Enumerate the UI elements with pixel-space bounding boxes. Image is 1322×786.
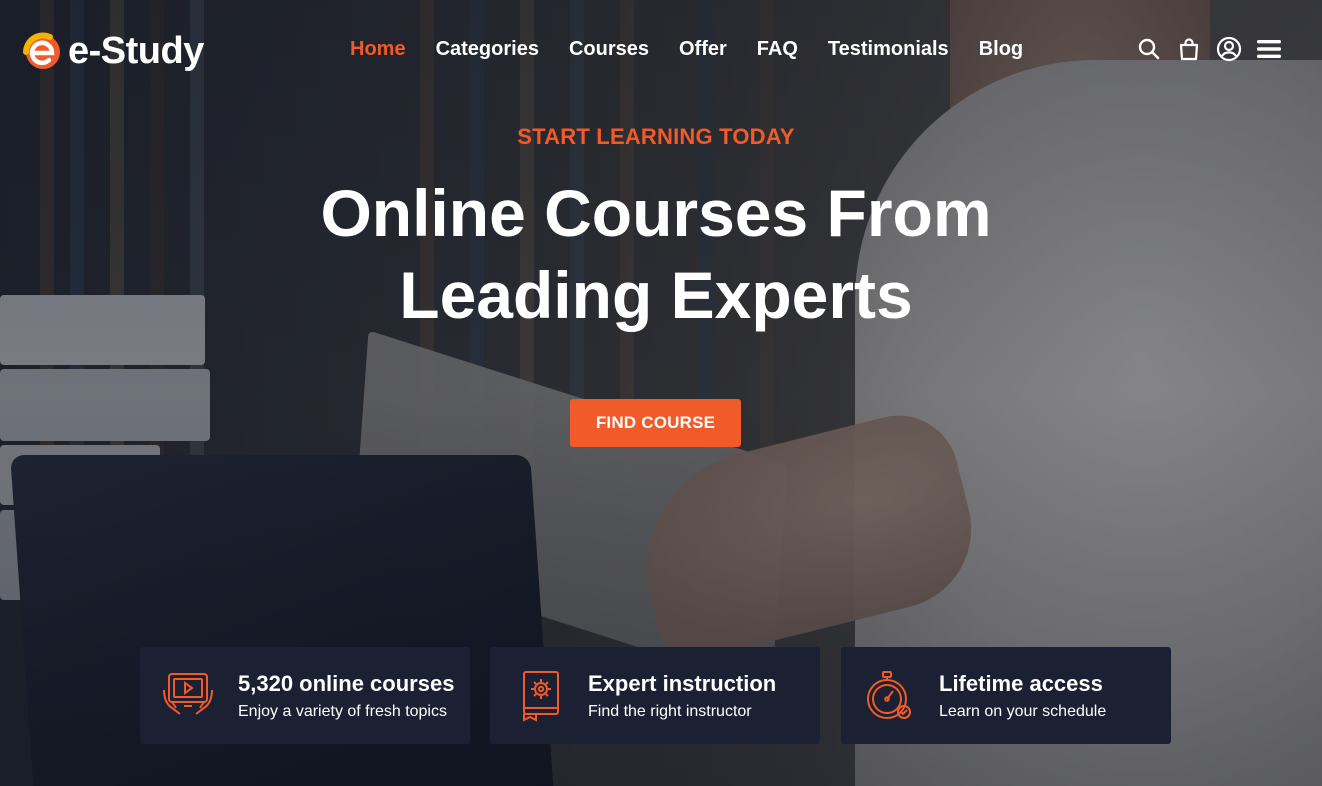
site-header: e-Study Home Categories Courses Offer FA… bbox=[0, 0, 1322, 98]
brand-name: e-Study bbox=[68, 30, 204, 72]
nav-item-courses[interactable]: Courses bbox=[569, 36, 649, 62]
nav-item-faq[interactable]: FAQ bbox=[757, 36, 798, 62]
stopwatch-icon bbox=[861, 668, 917, 724]
feature-subtitle: Learn on your schedule bbox=[939, 702, 1107, 720]
hero-headline-line-2: Leading Experts bbox=[399, 258, 913, 332]
nav-item-testimonials[interactable]: Testimonials bbox=[828, 36, 949, 62]
nav-item-categories[interactable]: Categories bbox=[436, 36, 539, 62]
search-icon[interactable] bbox=[1136, 36, 1162, 62]
hero-kicker: START LEARNING TODAY bbox=[517, 124, 795, 149]
menu-icon[interactable] bbox=[1256, 36, 1282, 62]
find-course-button[interactable]: FIND COURSE bbox=[570, 399, 741, 447]
gear-book-icon bbox=[510, 668, 566, 724]
brand-logo[interactable]: e-Study bbox=[20, 29, 204, 73]
tablet-video-icon bbox=[160, 668, 216, 724]
feature-card-access: Lifetime access Learn on your schedule bbox=[841, 647, 1171, 744]
logo-e-icon bbox=[20, 30, 62, 72]
feature-title: Lifetime access bbox=[939, 670, 1103, 696]
nav-item-offer[interactable]: Offer bbox=[679, 36, 727, 62]
feature-card-instruction: Expert instruction Find the right instru… bbox=[490, 647, 820, 744]
feature-title: Expert instruction bbox=[588, 670, 777, 696]
hero-headline: Online Courses From Leading Experts bbox=[0, 172, 1312, 336]
feature-subtitle: Find the right instructor bbox=[588, 702, 752, 720]
main-nav: Home Categories Courses Offer FAQ Testim… bbox=[350, 36, 1053, 62]
account-icon[interactable] bbox=[1216, 36, 1242, 62]
cart-icon[interactable] bbox=[1176, 36, 1202, 62]
nav-item-blog[interactable]: Blog bbox=[979, 36, 1023, 62]
header-actions bbox=[1136, 36, 1282, 62]
feature-subtitle: Enjoy a variety of fresh topics bbox=[238, 702, 447, 720]
hero-headline-line-1: Online Courses From bbox=[320, 176, 992, 250]
nav-item-home[interactable]: Home bbox=[350, 36, 406, 62]
feature-title: 5,320 online courses bbox=[238, 670, 455, 696]
feature-card-courses: 5,320 online courses Enjoy a variety of … bbox=[140, 647, 470, 744]
